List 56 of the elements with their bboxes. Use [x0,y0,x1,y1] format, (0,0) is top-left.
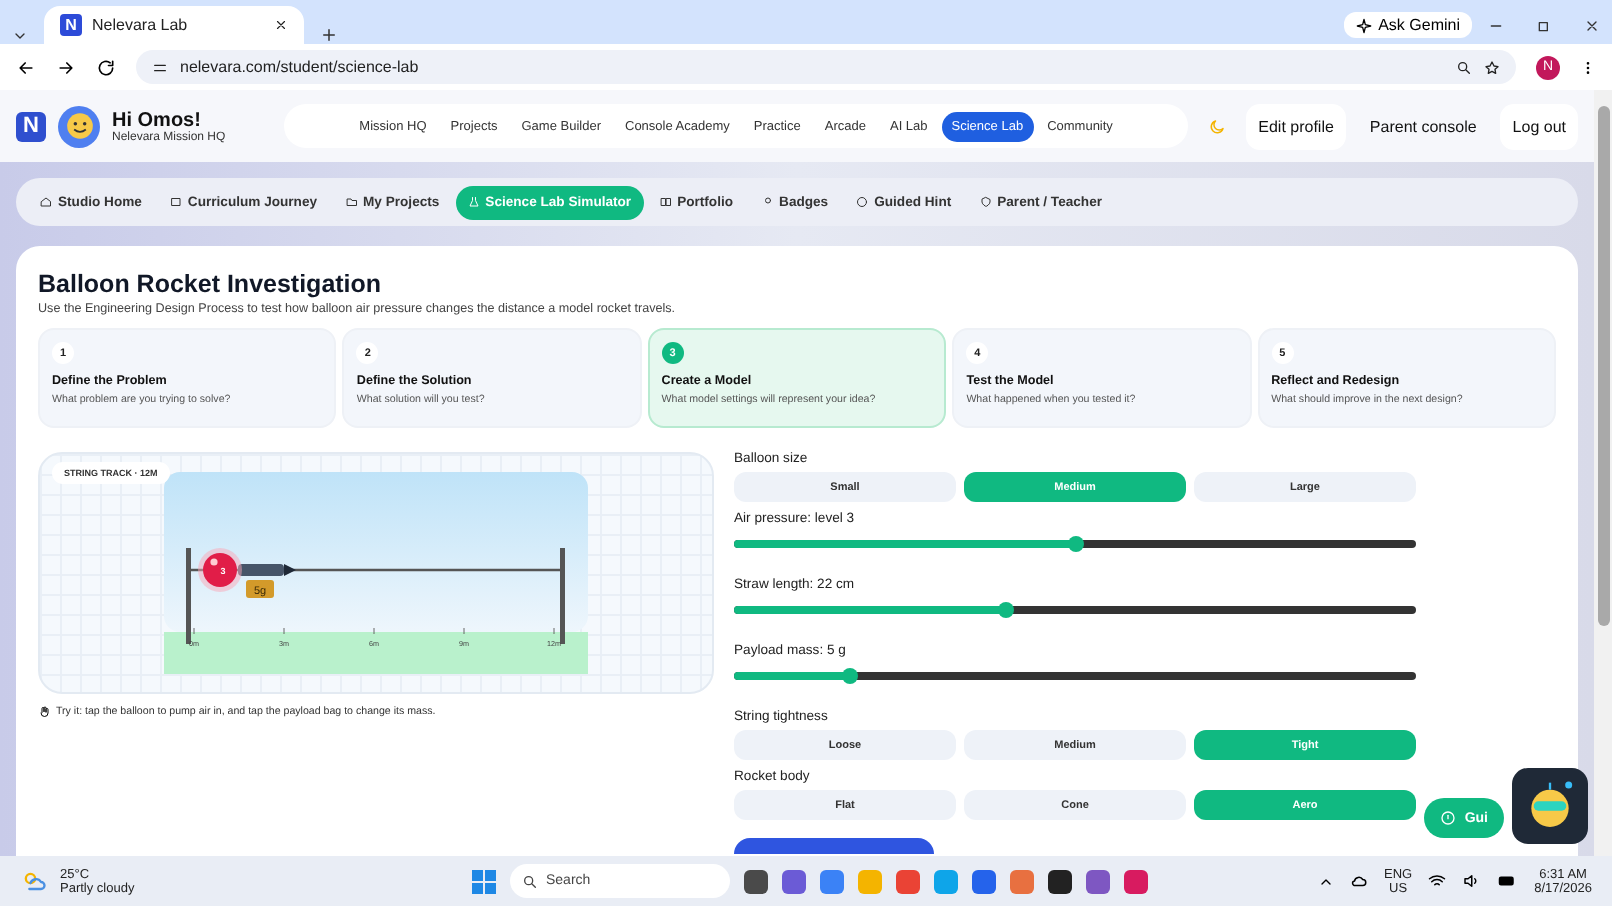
greeting: Hi Omos! [112,109,203,131]
close-icon [274,18,288,32]
cloud-icon [1349,872,1368,890]
scrollbar[interactable] [1594,90,1612,856]
restore-icon [1536,18,1552,34]
close-icon [1584,18,1600,34]
search-icon [522,873,538,889]
sparkle-icon [1356,17,1373,33]
investigation-title: Balloon Rocket Investigation [38,270,384,298]
edit-profile-button[interactable]: Edit profile [1246,103,1346,149]
payload-bag[interactable] [246,580,274,598]
windows-logo-icon[interactable] [472,869,496,893]
weather-icon [20,867,48,895]
tune-icon [152,59,168,75]
new-tab-button[interactable] [320,26,338,44]
slider-thumb[interactable] [998,602,1015,618]
avatar-icon [58,105,100,147]
browser-tab[interactable]: N Nelevara Lab [44,6,304,44]
app-logo[interactable]: N [16,111,46,141]
plus-icon [320,26,338,44]
book-icon [659,196,672,208]
parent-console-button[interactable]: Parent console [1357,103,1489,149]
wifi-icon [1428,872,1447,890]
forward-icon [56,57,76,77]
balloon[interactable] [198,548,242,592]
home-icon [40,196,52,208]
chevron-down-icon [12,28,28,44]
taskbar-app-icon[interactable] [744,869,768,893]
straw-rocket-drawing [238,564,296,576]
folder-icon [345,196,358,208]
robot-assistant-icon[interactable] [1512,768,1588,844]
slider-track[interactable] [734,606,1416,614]
back-icon [16,57,36,77]
address-bar[interactable]: nelevara.com/student/science-lab [136,50,1516,84]
zoom-icon [1456,59,1472,75]
log-out-button[interactable]: Log out [1500,103,1578,149]
speaker-icon [1462,872,1481,890]
slider-track[interactable] [734,672,1416,680]
slider-track[interactable] [734,540,1416,548]
taskbar-app-icon[interactable] [1048,869,1072,893]
track-post [186,548,191,644]
flask-icon [467,196,480,208]
ask-gemini-button[interactable]: Ask Gemini [1344,12,1472,38]
hand-icon [38,706,50,718]
slider-thumb[interactable] [841,668,858,684]
favicon-icon: N [60,14,82,36]
shield-icon [979,196,992,208]
reload-icon [96,57,116,77]
moon-icon [1208,117,1227,135]
tab-list-icon[interactable] [12,28,28,44]
battery-icon [1496,872,1519,890]
track-post [560,548,565,644]
star-icon [1484,59,1500,75]
slider-thumb[interactable] [1067,536,1083,552]
action-button[interactable] [734,838,934,854]
board-icon [169,196,182,208]
